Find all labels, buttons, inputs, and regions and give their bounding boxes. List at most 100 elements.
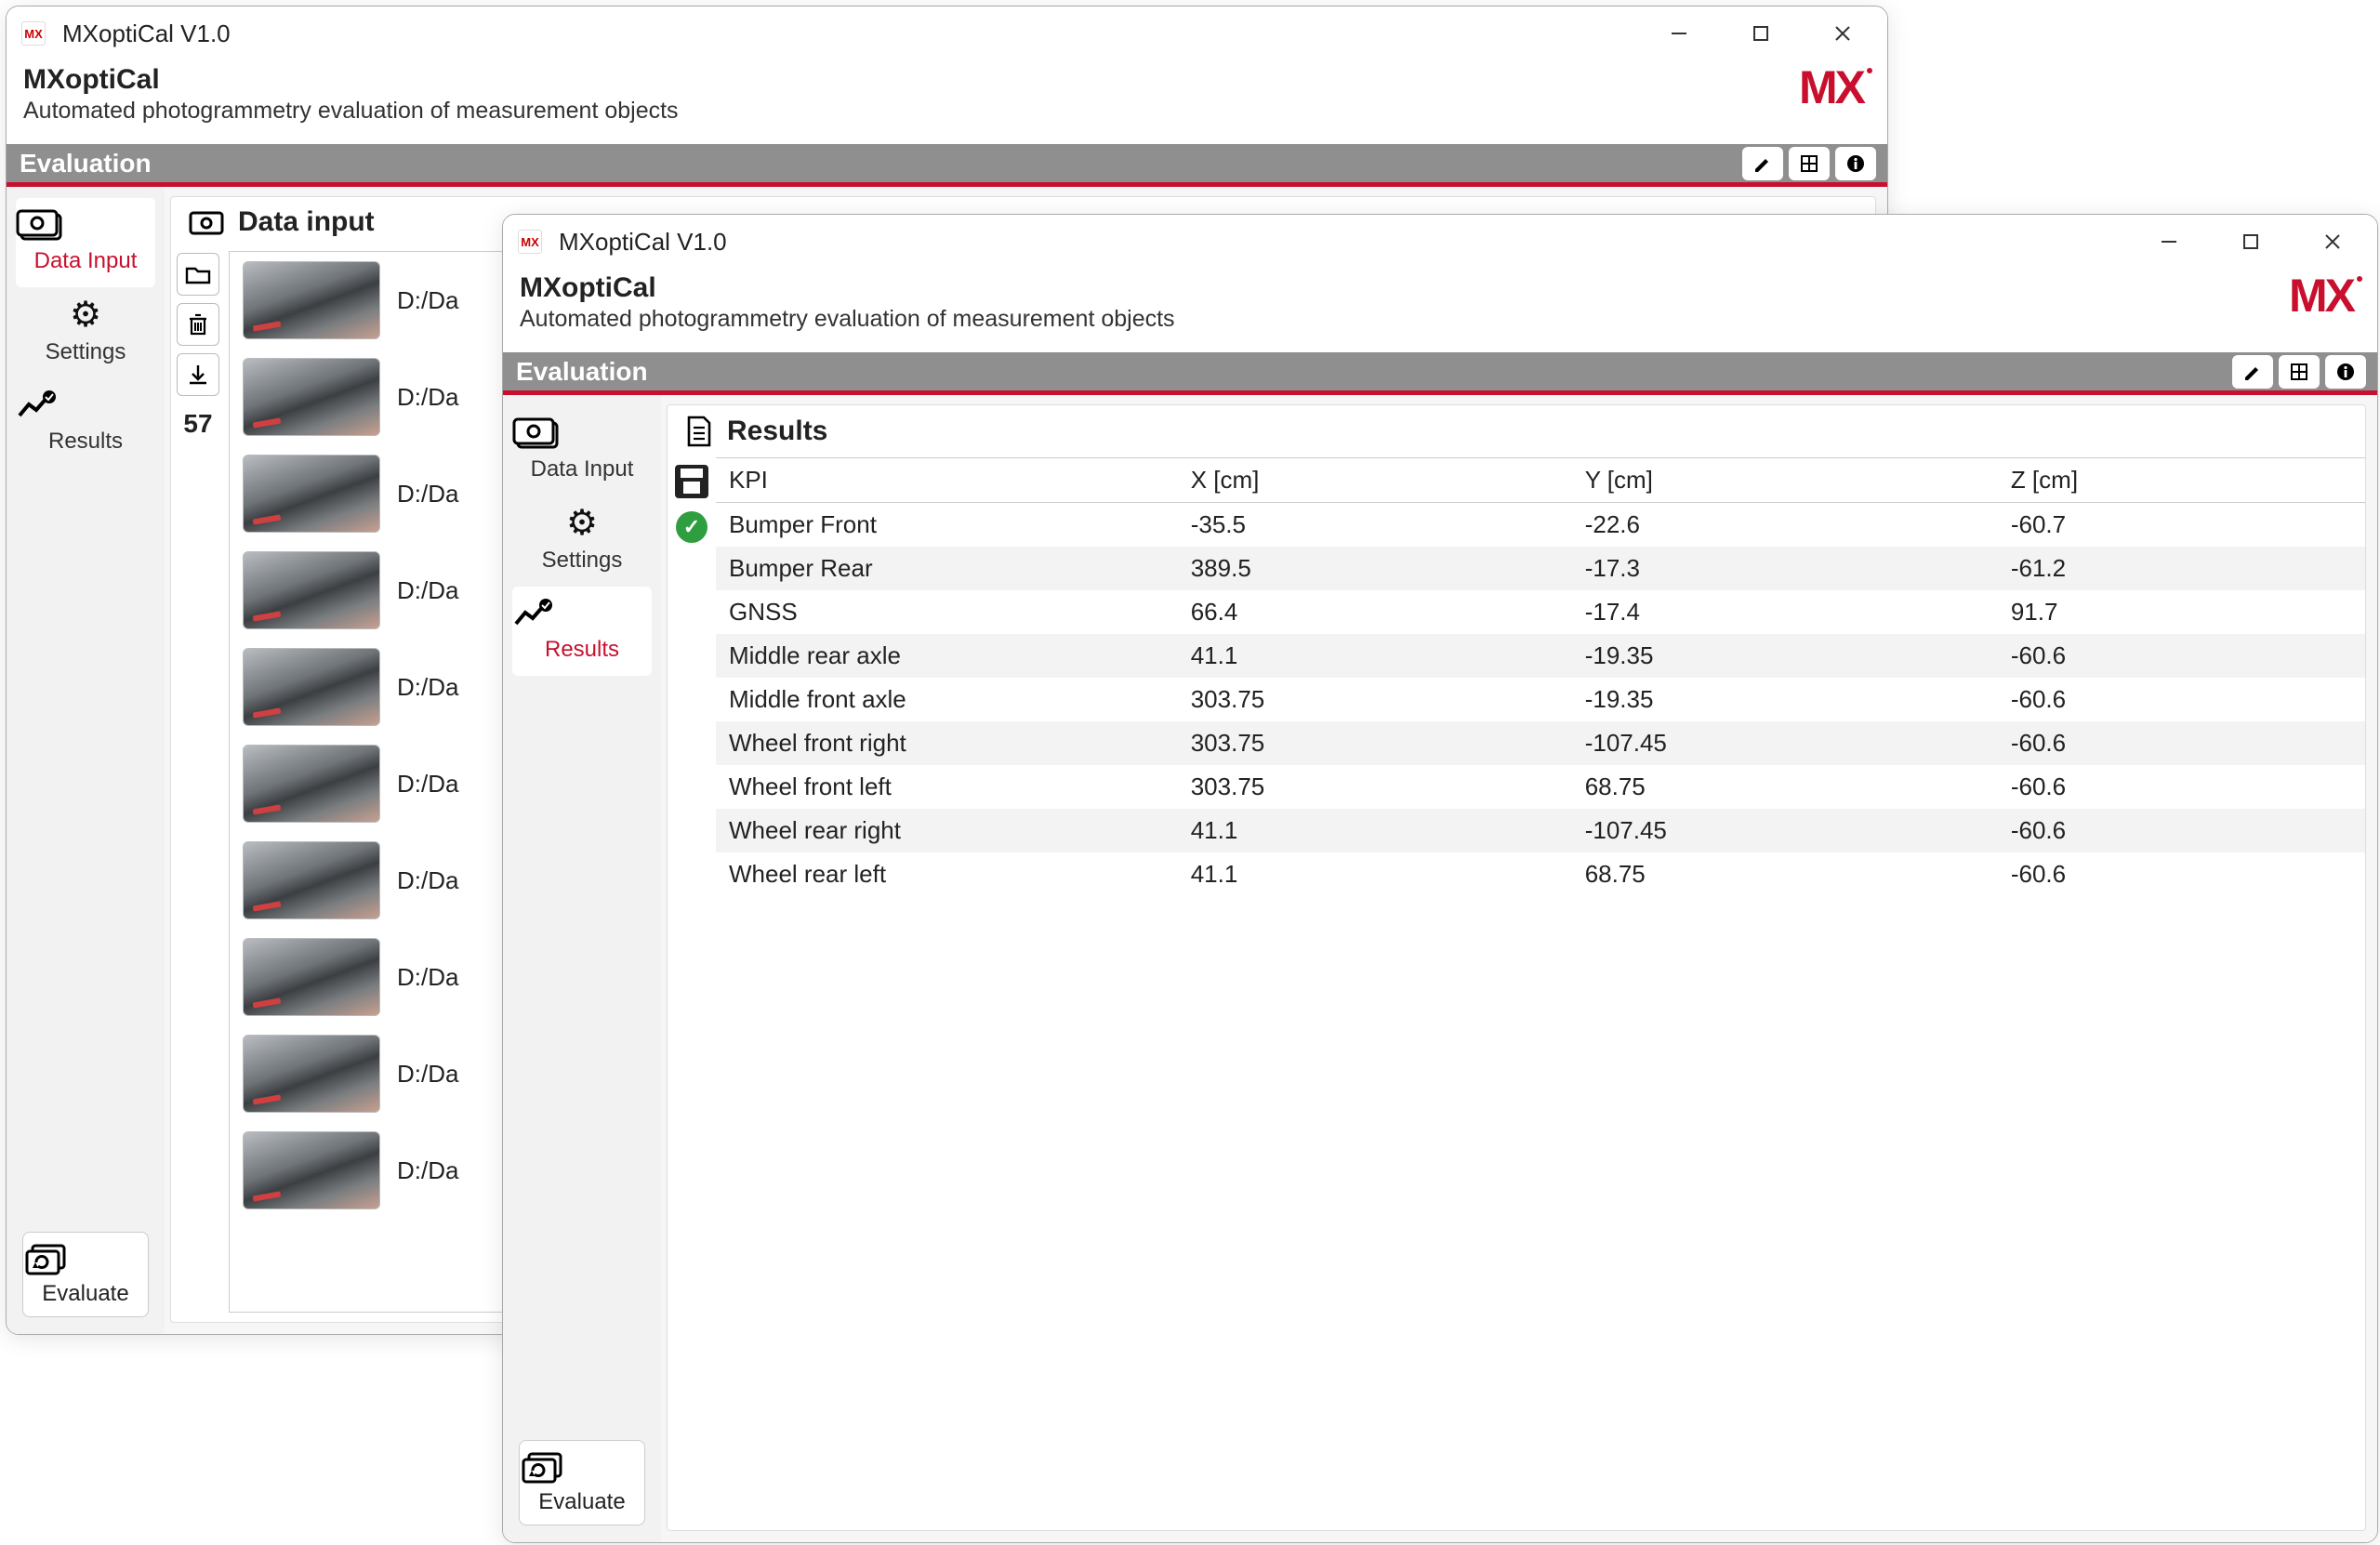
file-path: D:/Da <box>397 673 458 702</box>
app-tagline: Automated photogrammetry evaluation of m… <box>23 98 1799 125</box>
nav-label: Results <box>48 429 123 454</box>
cell-kpi: Bumper Rear <box>716 547 1178 590</box>
cell-kpi: Wheel front right <box>716 721 1178 765</box>
nav-settings[interactable]: ⚙ Settings <box>512 495 652 587</box>
col-y[interactable]: Y [cm] <box>1572 458 1998 503</box>
left-nav: Data Input ⚙ Settings Results Evaluate <box>7 187 165 1334</box>
edit-icon[interactable] <box>2232 355 2273 389</box>
nav-label: Results <box>545 637 619 662</box>
delete-button[interactable] <box>177 303 219 346</box>
col-kpi[interactable]: KPI <box>716 458 1178 503</box>
camera-icon <box>16 207 155 244</box>
table-row[interactable]: Wheel rear right41.1-107.45-60.6 <box>716 809 2365 852</box>
evaluate-button[interactable]: Evaluate <box>519 1440 645 1525</box>
results-tools: ✓ <box>668 457 716 1530</box>
download-button[interactable] <box>177 353 219 396</box>
table-row[interactable]: Bumper Rear389.5-17.3-61.2 <box>716 547 2365 590</box>
gear-icon: ⚙ <box>16 297 155 336</box>
cell-z: -60.6 <box>1998 634 2365 678</box>
mx-logo: MX <box>2289 272 2360 319</box>
cell-y: -19.35 <box>1572 678 1998 721</box>
table-row[interactable]: Wheel rear left41.168.75-60.6 <box>716 852 2365 896</box>
nav-label: Data Input <box>531 456 634 482</box>
evaluate-label: Evaluate <box>538 1489 625 1514</box>
thumbnail <box>243 358 380 436</box>
close-button[interactable] <box>2295 219 2370 264</box>
file-path: D:/Da <box>397 963 458 992</box>
cell-y: 68.75 <box>1572 765 1998 809</box>
table-row[interactable]: Bumper Front-35.5-22.6-60.7 <box>716 503 2365 548</box>
section-bar: Evaluation <box>503 352 2377 395</box>
app-header: MXoptiCal Automated photogrammetry evalu… <box>7 60 1887 144</box>
window-title: MXoptiCal V1.0 <box>62 20 231 48</box>
file-path: D:/Da <box>397 1156 458 1185</box>
info-icon[interactable] <box>1835 147 1876 180</box>
edit-icon[interactable] <box>1742 147 1783 180</box>
grid-icon[interactable] <box>2279 355 2320 389</box>
camera-icon <box>512 416 652 453</box>
table-row[interactable]: Wheel front right303.75-107.45-60.6 <box>716 721 2365 765</box>
evaluate-button[interactable]: Evaluate <box>22 1232 149 1317</box>
cell-kpi: Wheel rear right <box>716 809 1178 852</box>
cell-kpi: Middle rear axle <box>716 634 1178 678</box>
data-input-tools: 57 <box>171 247 225 1322</box>
table-row[interactable]: Middle rear axle41.1-19.35-60.6 <box>716 634 2365 678</box>
chart-check-icon <box>512 596 652 633</box>
image-count: 57 <box>183 409 212 439</box>
cell-z: -61.2 <box>1998 547 2365 590</box>
file-path: D:/Da <box>397 866 458 895</box>
maximize-button[interactable] <box>1724 11 1798 56</box>
file-path: D:/Da <box>397 770 458 799</box>
nav-label: Settings <box>46 339 126 364</box>
open-folder-button[interactable] <box>177 253 219 296</box>
titlebar[interactable]: MX MXoptiCal V1.0 <box>7 7 1887 60</box>
cell-y: -19.35 <box>1572 634 1998 678</box>
nav-label: Data Input <box>34 248 138 273</box>
maximize-button[interactable] <box>2214 219 2288 264</box>
nav-data-input[interactable]: Data Input <box>16 198 155 287</box>
col-z[interactable]: Z [cm] <box>1998 458 2365 503</box>
app-header: MXoptiCal Automated photogrammetry evalu… <box>503 269 2377 352</box>
grid-icon[interactable] <box>1789 147 1830 180</box>
cell-z: -60.6 <box>1998 721 2365 765</box>
file-path: D:/Da <box>397 383 458 412</box>
mx-logo: MX <box>1799 64 1871 111</box>
save-icon[interactable] <box>675 465 708 498</box>
table-row[interactable]: GNSS66.4-17.491.7 <box>716 590 2365 634</box>
cell-y: -107.45 <box>1572 721 1998 765</box>
titlebar[interactable]: MX MXoptiCal V1.0 <box>503 215 2377 269</box>
cell-y: -17.4 <box>1572 590 1998 634</box>
info-icon[interactable] <box>2325 355 2366 389</box>
cell-z: -60.7 <box>1998 503 2365 548</box>
nav-results[interactable]: Results <box>512 587 652 676</box>
evaluate-label: Evaluate <box>42 1281 128 1306</box>
thumbnail <box>243 551 380 629</box>
cell-y: -107.45 <box>1572 809 1998 852</box>
section-title: Evaluation <box>20 149 152 178</box>
cell-kpi: Wheel rear left <box>716 852 1178 896</box>
table-row[interactable]: Middle front axle303.75-19.35-60.6 <box>716 678 2365 721</box>
cell-y: -22.6 <box>1572 503 1998 548</box>
nav-data-input[interactable]: Data Input <box>512 406 652 495</box>
table-row[interactable]: Wheel front left303.7568.75-60.6 <box>716 765 2365 809</box>
nav-label: Settings <box>542 548 623 573</box>
thumbnail <box>243 648 380 726</box>
document-icon <box>684 415 714 448</box>
results-table-wrap[interactable]: KPI X [cm] Y [cm] Z [cm] Bumper Front-35… <box>716 457 2365 1530</box>
file-path: D:/Da <box>397 1060 458 1089</box>
close-button[interactable] <box>1805 11 1880 56</box>
cell-x: -35.5 <box>1178 503 1572 548</box>
thumbnail <box>243 1131 380 1209</box>
cell-y: -17.3 <box>1572 547 1998 590</box>
minimize-button[interactable] <box>2132 219 2206 264</box>
nav-settings[interactable]: ⚙ Settings <box>16 287 155 378</box>
nav-results[interactable]: Results <box>16 378 155 468</box>
thumbnail <box>243 455 380 533</box>
minimize-button[interactable] <box>1642 11 1716 56</box>
file-path: D:/Da <box>397 480 458 508</box>
cell-x: 389.5 <box>1178 547 1572 590</box>
col-x[interactable]: X [cm] <box>1178 458 1572 503</box>
cell-kpi: Bumper Front <box>716 503 1178 548</box>
cell-kpi: Wheel front left <box>716 765 1178 809</box>
section-bar: Evaluation <box>7 144 1887 187</box>
